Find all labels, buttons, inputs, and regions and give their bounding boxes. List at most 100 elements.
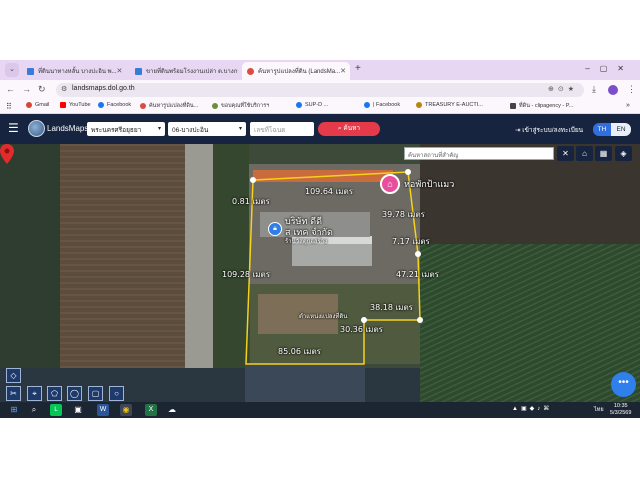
measure-north: 109.64 เมตร [305, 187, 354, 196]
lang-th-button[interactable]: TH [593, 123, 611, 136]
tab-search-button[interactable]: ⌄ [5, 63, 19, 77]
location-pin-icon[interactable] [0, 144, 14, 164]
excel-icon[interactable]: X [145, 404, 157, 416]
leaf-icon [212, 103, 218, 109]
province-select[interactable]: พระนครศรีอยุธยา ▾ [87, 122, 165, 136]
measure-west-small: 0.81 เมตร [232, 197, 270, 206]
close-icon[interactable]: ✕ [117, 67, 123, 75]
bookmark-clipagency[interactable]: ที่ดิน - clipagency - P... [510, 102, 573, 110]
bookmarks-bar: ⠿ Gmail YouTube Facebook ค้นหารูปแปลงที่… [0, 100, 640, 114]
more-menu-icon[interactable]: ⋮ [627, 84, 636, 95]
new-tab-button[interactable]: + [355, 63, 361, 74]
close-icon[interactable]: ✕ [557, 146, 574, 161]
bookmark-treasury[interactable]: TREASURY E-AUCTI... [416, 102, 483, 108]
windows-taskbar: ⊞ ⌕ L ▣ W ◉ X ☁ ▲▣◆♪⌘ ไทย 10:35 5/3/2569 [0, 402, 640, 418]
landsmaps-logo [28, 120, 45, 137]
browser-tab-strip: ⌄ ที่ดินนาทางหลั้น บางปะอิน พ... ✕ ขายที… [0, 60, 640, 80]
bookmark-facebook-2[interactable]: | Facebook [364, 102, 400, 108]
gmail-icon [26, 102, 32, 108]
marker-icon[interactable]: ⌖ [27, 386, 42, 401]
home-icon[interactable]: ⌂ [576, 146, 593, 161]
measure-east-top: 39.78 เมตร [382, 210, 425, 219]
company-label-3: ร้านวัสดุก่อสร้าง [285, 238, 328, 245]
chrome-icon[interactable]: ◉ [120, 404, 132, 416]
app-brand: LandsMaps [47, 124, 89, 133]
bed-icon[interactable]: ⌂ [380, 174, 400, 194]
line-app-icon[interactable]: L [50, 404, 62, 416]
browser-tab-3[interactable]: ค้นหารูปแปลงที่ดิน (LandsMa... ✕ [242, 62, 350, 80]
forward-arrow-icon[interactable]: → [22, 84, 31, 94]
shape-icon[interactable]: ◯ [67, 386, 82, 401]
measure-west: 109.28 เมตร [222, 270, 271, 279]
grid-icon[interactable]: ▦ [595, 146, 612, 161]
map-pin-icon [247, 67, 254, 75]
square-icon[interactable]: ▢ [88, 386, 103, 401]
youtube-icon [60, 102, 66, 108]
lock-icon[interactable]: 🔒︎ [268, 222, 282, 236]
search-button[interactable]: ⌕ ค้นหา [318, 122, 380, 136]
lang-en-button[interactable]: EN [611, 123, 631, 136]
bookmark-service[interactable]: ขอบคุณที่ใช้บริการฯ [212, 102, 269, 110]
layers-icon[interactable]: ◈ [615, 146, 632, 161]
bookmark-supd[interactable]: SUP-D ... [296, 102, 328, 108]
login-register-link[interactable]: ⇥ เข้าสู่ระบบ/ลงทะเบียน [515, 125, 583, 135]
facebook-icon [98, 102, 104, 108]
eraser-icon[interactable]: ◇ [6, 368, 21, 383]
windows-start-icon[interactable]: ⊞ [8, 404, 20, 416]
url-text: landsmaps.dol.go.th [72, 85, 135, 92]
bookmark-facebook[interactable]: Facebook [98, 102, 131, 108]
download-icon[interactable]: ⤓ [592, 84, 596, 95]
measure-inner-east: 38.18 เมตร [370, 303, 413, 312]
taskbar-clock[interactable]: 10:35 5/3/2569 [610, 403, 631, 417]
bookmark-youtube[interactable]: YouTube [60, 102, 91, 108]
site-info-icon[interactable]: ⚙ [61, 85, 67, 93]
poi-label: หอพักป้าแมว [404, 180, 455, 190]
search-icon: ⌕ [337, 125, 342, 132]
system-tray[interactable]: ▲▣◆♪⌘ [512, 405, 552, 412]
hamburger-menu-icon[interactable]: ☰ [8, 122, 19, 134]
top-blank-area [0, 0, 640, 60]
deed-number-input[interactable]: เลขที่โฉนด [250, 122, 314, 136]
window-controls[interactable]: –▢✕ [585, 64, 634, 73]
circle-icon[interactable]: ○ [109, 386, 124, 401]
network-app-icon[interactable]: ☁ [166, 404, 178, 416]
measure-east-mid: 7.17 เมตร [392, 237, 430, 246]
close-icon[interactable]: ✕ [340, 67, 346, 75]
measure-south: 85.06 เมตร [278, 347, 321, 356]
bottom-blank-area [0, 418, 640, 480]
bookmark-landsmaps[interactable]: ค้นหารูปแปลงที่ดิน... [140, 102, 198, 110]
address-bar[interactable]: ⚙ landsmaps.dol.go.th ⊕⊙★ [56, 83, 584, 97]
measure-inner-south: 30.36 เมตร [340, 325, 383, 334]
language-indicator[interactable]: ไทย [594, 406, 604, 414]
tab-title: ค้นหารูปแปลงที่ดิน (LandsMa... [258, 69, 341, 75]
ruler-icon[interactable]: ✂ [6, 386, 21, 401]
satellite-map[interactable]: 109.64 เมตร 0.81 เมตร 39.78 เมตร 7.17 เม… [0, 144, 640, 402]
home-icon [135, 67, 142, 75]
map-imagery [0, 144, 640, 402]
chevron-down-icon: ▾ [238, 126, 242, 132]
polygon-icon[interactable]: ⬠ [47, 386, 62, 401]
facebook-icon [364, 102, 370, 108]
map-pin-icon [140, 103, 146, 109]
omnibox-actions[interactable]: ⊕⊙★ [548, 85, 578, 93]
tab-title: ขายที่ดินพร้อมโรงงานเปล่า ต.บางกระ... [146, 69, 238, 75]
profile-avatar[interactable] [608, 85, 618, 95]
apps-grid-icon[interactable]: ⠿ [6, 102, 12, 111]
word-icon[interactable]: W [97, 404, 109, 416]
browser-tab-2[interactable]: ขายที่ดินพร้อมโรงงานเปล่า ต.บางกระ... ✕ [130, 62, 238, 80]
browser-tab-1[interactable]: ที่ดินนาทางหลั้น บางปะอิน พ... ✕ [22, 62, 126, 80]
search-icon[interactable]: ⌕ [28, 404, 40, 416]
reload-icon[interactable]: ↻ [38, 84, 46, 95]
place-search-input[interactable]: ค้นหาสถานที่สำคัญ [404, 147, 554, 160]
treasury-icon [416, 102, 422, 108]
more-bookmarks-icon[interactable]: » [626, 102, 630, 109]
more-options-button[interactable]: ••• [611, 372, 636, 397]
bookmark-gmail[interactable]: Gmail [26, 102, 49, 108]
browser-toolbar: ← → ↻ ⚙ landsmaps.dol.go.th ⊕⊙★ ⤓ ⋮ [0, 80, 640, 100]
district-select[interactable]: 06-บางปะอิน ▾ [168, 122, 246, 136]
task-view-icon[interactable]: ▣ [72, 404, 84, 416]
chevron-down-icon: ▾ [157, 126, 161, 132]
home-icon [27, 67, 34, 75]
back-arrow-icon[interactable]: ← [6, 84, 15, 94]
facebook-icon [296, 102, 302, 108]
